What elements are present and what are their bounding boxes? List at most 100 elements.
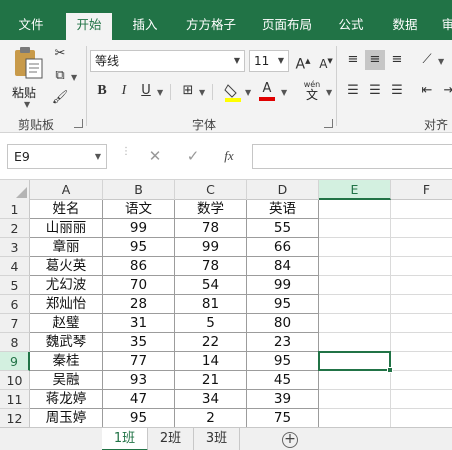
cut-icon[interactable]: ✂ <box>50 44 70 64</box>
cell-b1[interactable]: 语文 <box>103 200 175 219</box>
cell-e5[interactable] <box>319 276 391 295</box>
cell-c8[interactable]: 22 <box>175 333 247 352</box>
cell-b11[interactable]: 47 <box>103 390 175 409</box>
cell-d10[interactable]: 45 <box>247 371 319 390</box>
cell-e1[interactable] <box>319 200 391 219</box>
cell-f5[interactable] <box>391 276 452 295</box>
fill-color-icon[interactable] <box>224 82 242 102</box>
cell-c1[interactable]: 数学 <box>175 200 247 219</box>
cell-e4[interactable] <box>319 257 391 276</box>
fill-color-dropdown-icon[interactable]: ▼ <box>245 88 251 97</box>
align-top-icon[interactable]: ≡ <box>343 50 363 70</box>
cell-c5[interactable]: 54 <box>175 276 247 295</box>
row-header[interactable]: 3 <box>0 238 30 257</box>
cell-c12[interactable]: 2 <box>175 409 247 427</box>
cell-d3[interactable]: 66 <box>247 238 319 257</box>
cell-b4[interactable]: 86 <box>103 257 175 276</box>
insert-function-button[interactable]: fx <box>219 146 239 166</box>
align-right-icon[interactable]: ☰ <box>387 81 407 101</box>
cell-a7[interactable]: 赵璧 <box>30 314 103 333</box>
tab-file[interactable]: 文件 <box>8 13 54 40</box>
phonetic-guide-button[interactable]: wén 文 <box>300 80 324 104</box>
tab-fangfang-gezi[interactable]: 方方格子 <box>178 13 244 40</box>
cell-d2[interactable]: 55 <box>247 219 319 238</box>
row-header[interactable]: 2 <box>0 219 30 238</box>
row-header[interactable]: 7 <box>0 314 30 333</box>
cancel-icon[interactable]: ✕ <box>145 146 165 166</box>
column-header-b[interactable]: B <box>103 180 175 200</box>
paste-button[interactable]: 粘贴 ▼ <box>10 44 46 110</box>
select-all-button[interactable] <box>0 180 30 200</box>
row-header[interactable]: 12 <box>0 409 30 427</box>
align-left-icon[interactable]: ☰ <box>343 81 363 101</box>
cell-a6[interactable]: 郑灿怡 <box>30 295 103 314</box>
cell-f1[interactable] <box>391 200 452 219</box>
cell-a5[interactable]: 尤幻波 <box>30 276 103 295</box>
cell-e2[interactable] <box>319 219 391 238</box>
orientation-dropdown-icon[interactable]: ▼ <box>438 57 444 66</box>
row-header[interactable]: 9 <box>0 352 30 371</box>
cell-e12[interactable] <box>319 409 391 427</box>
cell-f8[interactable] <box>391 333 452 352</box>
cell-a9[interactable]: 秦桂 <box>30 352 103 371</box>
increase-indent-icon[interactable]: ⇥ <box>439 81 452 101</box>
tab-home[interactable]: 开始 <box>66 13 112 40</box>
tab-data[interactable]: 数据 <box>382 13 428 40</box>
cell-f7[interactable] <box>391 314 452 333</box>
font-size-select[interactable]: 11 ▼ <box>249 50 289 72</box>
cell-c4[interactable]: 78 <box>175 257 247 276</box>
cell-f4[interactable] <box>391 257 452 276</box>
cell-c3[interactable]: 99 <box>175 238 247 257</box>
cell-f12[interactable] <box>391 409 452 427</box>
cell-d5[interactable]: 99 <box>247 276 319 295</box>
font-color-dropdown-icon[interactable]: ▼ <box>281 88 287 97</box>
cell-f11[interactable] <box>391 390 452 409</box>
cell-a10[interactable]: 吴融 <box>30 371 103 390</box>
row-header[interactable]: 11 <box>0 390 30 409</box>
sheet-tab-3[interactable]: 3班 <box>194 428 240 450</box>
decrease-indent-icon[interactable]: ⇤ <box>417 81 437 101</box>
cell-d9[interactable]: 95 <box>247 352 319 371</box>
align-bottom-icon[interactable]: ≡ <box>387 50 407 70</box>
cell-f2[interactable] <box>391 219 452 238</box>
font-name-select[interactable]: 等线 ▼ <box>90 50 245 72</box>
row-header[interactable]: 5 <box>0 276 30 295</box>
cell-c11[interactable]: 34 <box>175 390 247 409</box>
worksheet-grid[interactable]: ABCDEF 1 姓名 语文 数学 英语 2 山丽丽 99 78 55 3 章丽 95 99 66 4 葛火英 8… <box>0 180 452 427</box>
cell-d8[interactable]: 23 <box>247 333 319 352</box>
cell-d12[interactable]: 75 <box>247 409 319 427</box>
cell-e3[interactable] <box>319 238 391 257</box>
align-center-icon[interactable]: ☰ <box>365 81 385 101</box>
underline-button[interactable]: U <box>136 81 156 101</box>
cell-c2[interactable]: 78 <box>175 219 247 238</box>
format-painter-icon[interactable]: 🖌 <box>50 88 70 108</box>
sheet-tab-2[interactable]: 2班 <box>148 428 194 450</box>
cell-e7[interactable] <box>319 314 391 333</box>
cell-e11[interactable] <box>319 390 391 409</box>
cell-a3[interactable]: 章丽 <box>30 238 103 257</box>
align-middle-icon[interactable]: ≡ <box>365 50 385 70</box>
row-header[interactable]: 1 <box>0 200 30 219</box>
formula-input[interactable] <box>252 144 452 169</box>
column-header-a[interactable]: A <box>30 180 103 200</box>
cell-a11[interactable]: 蒋龙婷 <box>30 390 103 409</box>
copy-icon[interactable]: ⧉ <box>50 66 70 86</box>
row-header[interactable]: 6 <box>0 295 30 314</box>
underline-dropdown-icon[interactable]: ▼ <box>157 88 163 97</box>
cell-b3[interactable]: 95 <box>103 238 175 257</box>
tab-insert[interactable]: 插入 <box>122 13 168 40</box>
cell-d7[interactable]: 80 <box>247 314 319 333</box>
borders-icon[interactable]: ⊞ <box>178 81 198 101</box>
cell-a12[interactable]: 周玉婷 <box>30 409 103 427</box>
bold-button[interactable]: B <box>92 81 112 101</box>
cell-c9[interactable]: 14 <box>175 352 247 371</box>
enter-icon[interactable]: ✓ <box>183 146 203 166</box>
cell-c6[interactable]: 81 <box>175 295 247 314</box>
copy-dropdown-icon[interactable]: ▼ <box>71 73 77 82</box>
cell-c10[interactable]: 21 <box>175 371 247 390</box>
column-header-d[interactable]: D <box>247 180 319 200</box>
cell-a8[interactable]: 魏武琴 <box>30 333 103 352</box>
cell-e6[interactable] <box>319 295 391 314</box>
font-launcher-icon[interactable] <box>324 119 333 128</box>
font-color-icon[interactable]: A <box>258 82 276 102</box>
